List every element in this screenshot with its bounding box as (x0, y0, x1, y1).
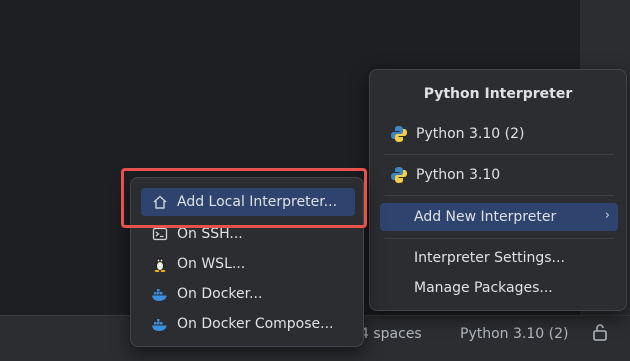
docker-icon (149, 285, 171, 303)
item-label: On Docker... (177, 286, 263, 302)
separator (384, 154, 614, 155)
indent-status[interactable]: 4 spaces (360, 324, 422, 344)
interpreter-status[interactable]: Python 3.10 (2) (460, 324, 568, 344)
python-icon (388, 125, 410, 143)
python-interpreter-popup: Python Interpreter Python 3.10 (2) Pytho… (369, 69, 627, 311)
interpreter-settings-item[interactable]: Interpreter Settings... (380, 245, 618, 271)
separator (384, 238, 614, 239)
item-label: Interpreter Settings... (414, 250, 565, 266)
item-label: On SSH... (177, 226, 243, 242)
annotation-highlight-box (121, 168, 367, 228)
chevron-right-icon: › (604, 208, 610, 223)
popup-title: Python Interpreter (423, 86, 573, 102)
add-new-interpreter-item[interactable]: Add New Interpreter › (380, 203, 618, 231)
linux-penguin-icon (149, 255, 171, 273)
lock-icon[interactable] (590, 322, 610, 342)
on-wsl-item[interactable]: On WSL... (141, 251, 355, 277)
manage-packages-item[interactable]: Manage Packages... (380, 275, 618, 301)
item-label: On WSL... (177, 256, 246, 272)
interpreter-item-python-3-10-2[interactable]: Python 3.10 (2) (380, 121, 618, 147)
item-label: Manage Packages... (414, 280, 553, 296)
indent-label: 4 spaces (360, 326, 422, 342)
interpreter-item-python-3-10[interactable]: Python 3.10 (380, 162, 618, 188)
python-icon (388, 166, 410, 184)
on-docker-item[interactable]: On Docker... (141, 281, 355, 307)
on-docker-compose-item[interactable]: On Docker Compose... (141, 311, 355, 337)
item-label: On Docker Compose... (177, 316, 334, 332)
interpreter-status-label: Python 3.10 (2) (460, 326, 569, 342)
docker-icon (149, 315, 171, 333)
item-label: Python 3.10 (2) (416, 126, 525, 142)
item-label: Add New Interpreter (414, 209, 557, 225)
separator (384, 195, 614, 196)
item-label: Python 3.10 (416, 167, 501, 183)
